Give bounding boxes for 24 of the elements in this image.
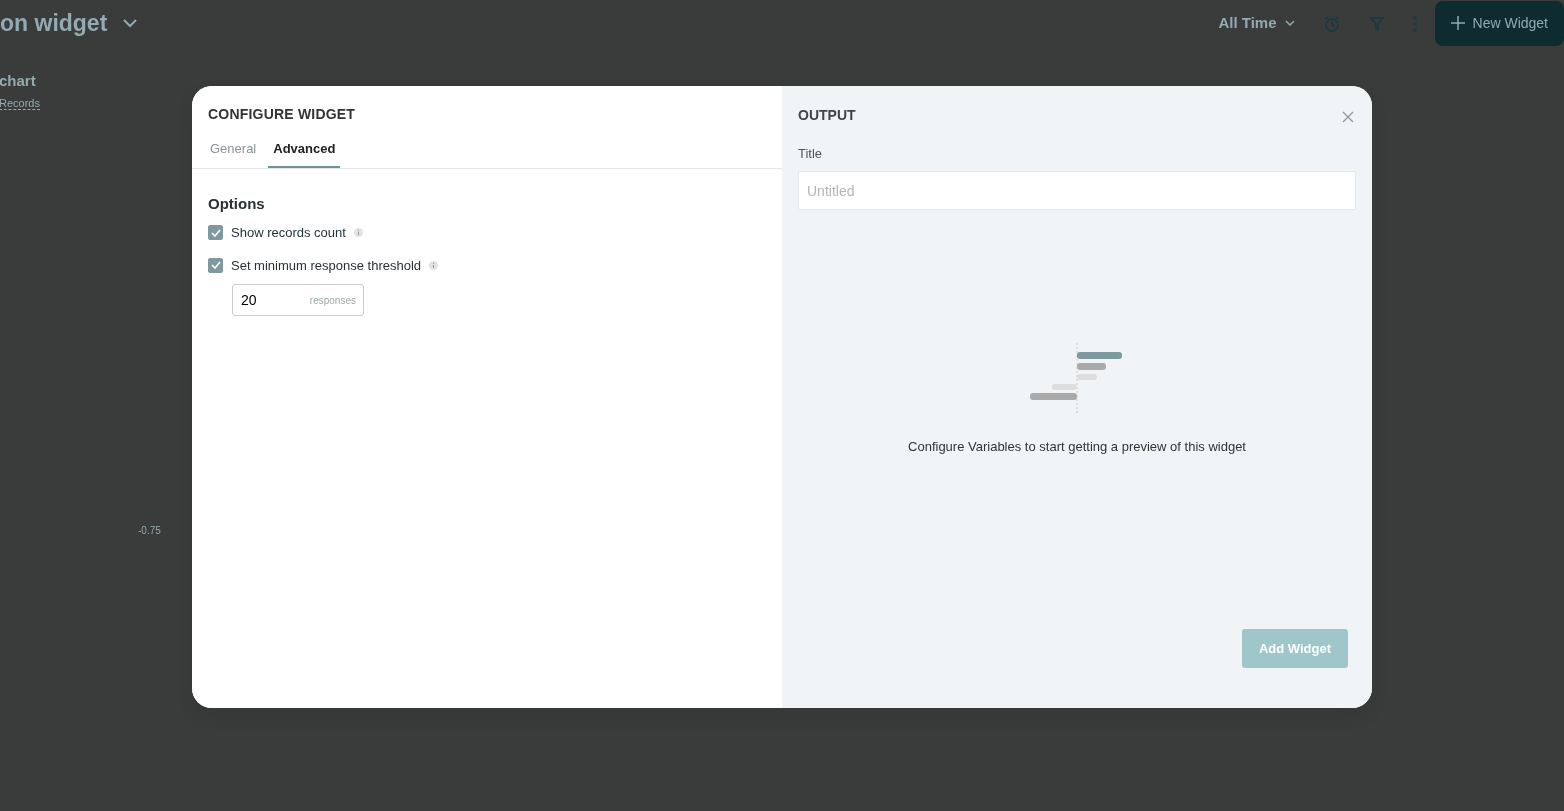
axis-label: -0.75 bbox=[138, 524, 161, 538]
checkbox[interactable] bbox=[208, 225, 223, 241]
tab[interactable]: Advanced bbox=[268, 133, 341, 168]
title-input-field[interactable]: Untitled bbox=[798, 171, 1356, 210]
empty-preview-message: Configure Variables to start getting a preview of this widget bbox=[908, 437, 1246, 456]
field-label: Title bbox=[798, 144, 823, 163]
dialog-title: CONFIGURE WIDGET bbox=[208, 105, 357, 124]
chart-title: chart bbox=[0, 71, 37, 91]
tab[interactable]: General bbox=[208, 133, 259, 168]
checkbox-label[interactable]: Show records count bbox=[231, 223, 346, 243]
records-link[interactable]: Records bbox=[0, 96, 40, 110]
plus-icon bbox=[1450, 16, 1465, 30]
section-heading: Options bbox=[208, 193, 266, 214]
new-widget-button[interactable]: New Widget bbox=[1434, 0, 1564, 46]
info-icon[interactable] bbox=[429, 260, 439, 270]
panel-title: OUTPUT bbox=[798, 106, 856, 126]
checkbox-label[interactable]: Set minimum response threshold bbox=[231, 255, 422, 275]
chevron-down-icon[interactable] bbox=[123, 18, 138, 28]
checkbox[interactable] bbox=[208, 257, 223, 273]
caret-icon bbox=[1284, 20, 1295, 26]
unit-label: responses bbox=[309, 294, 356, 308]
time-range-dropdown[interactable]: All Time bbox=[1208, 5, 1305, 41]
info-icon[interactable] bbox=[353, 228, 363, 238]
page-title: on widget bbox=[0, 8, 108, 38]
